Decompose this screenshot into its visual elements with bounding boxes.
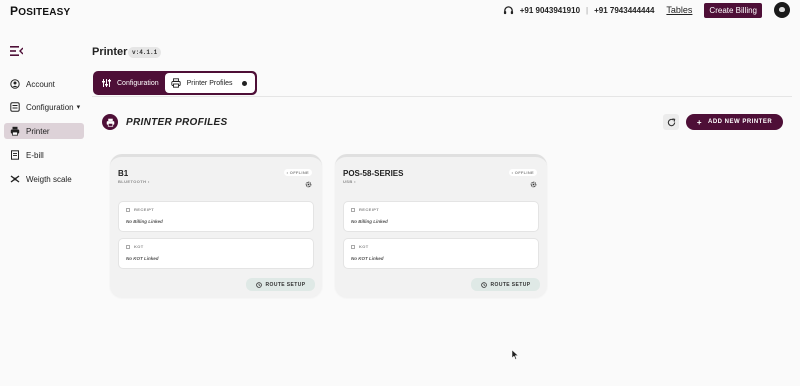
divider: [92, 96, 792, 97]
menu-collapse-icon[interactable]: [10, 46, 23, 56]
printer-card: POS-58-SERIES USB • • OFFLINE RECEIPT No…: [335, 154, 547, 297]
route-icon: [480, 281, 487, 288]
refresh-button[interactable]: [663, 114, 679, 130]
kot-value: No KOT Linked: [126, 256, 159, 261]
refresh-icon: [667, 117, 675, 126]
top-bar: POSITEASY +91 9043941910 | +91 794344444…: [0, 0, 800, 20]
scale-icon: [10, 175, 20, 183]
tab-bar: Configuration Printer Profiles: [93, 71, 257, 95]
active-dot-icon: [242, 80, 247, 86]
printer-icon: [106, 118, 114, 127]
route-setup-label: ROUTE SETUP: [490, 281, 531, 288]
sidebar-item-configuration[interactable]: Configuration ▾: [4, 99, 84, 115]
receipt-label: RECEIPT: [126, 207, 154, 212]
kot-label: KOT: [126, 244, 144, 249]
logo[interactable]: POSITEASY: [10, 4, 70, 18]
mouse-cursor-icon: [512, 350, 519, 360]
plus-icon: +: [696, 117, 702, 127]
route-setup-button[interactable]: ROUTE SETUP: [246, 278, 315, 291]
kot-box[interactable]: KOT No KOT Linked: [343, 238, 539, 269]
kot-icon: [126, 244, 130, 249]
page-title: Printer: [92, 46, 128, 58]
tab-label: Configuration: [117, 79, 159, 87]
route-icon: [255, 281, 262, 288]
sidebar-item-ebill[interactable]: E-bill: [4, 147, 84, 163]
separator: |: [586, 5, 589, 15]
printer-connection: BLUETOOTH •: [118, 179, 150, 184]
sidebar-item-label: Printer: [26, 126, 50, 136]
kot-icon: [351, 244, 355, 249]
receipt-box[interactable]: RECEIPT No Billing Linked: [343, 201, 539, 232]
support-phone-2[interactable]: +91 7943444444: [594, 6, 654, 15]
kot-box[interactable]: KOT No KOT Linked: [118, 238, 314, 269]
version-badge: v:4.1.1: [128, 47, 162, 58]
status-badge: • OFFLINE: [283, 169, 312, 176]
add-button-label: ADD NEW PRINTER: [708, 119, 773, 125]
create-billing-button[interactable]: Create Billing: [704, 2, 762, 18]
sidebar-item-label: Configuration: [26, 102, 74, 112]
kot-value: No KOT Linked: [351, 256, 384, 261]
printer-icon: [170, 78, 181, 88]
printer-connection: USB •: [343, 179, 356, 184]
tab-printer-profiles[interactable]: Printer Profiles: [164, 73, 255, 93]
avatar[interactable]: [774, 2, 790, 18]
chevron-down-icon: ▾: [76, 104, 81, 111]
sidebar-item-account[interactable]: Account: [4, 76, 84, 92]
sidebar-item-printer[interactable]: Printer: [4, 123, 84, 139]
support-phone-1[interactable]: +91 9043941910: [520, 6, 580, 15]
top-right-actions: +91 9043941910 | +91 7943444444 Tables C…: [503, 2, 790, 18]
receipt-value: No Billing Linked: [126, 219, 163, 224]
route-setup-label: ROUTE SETUP: [265, 281, 306, 288]
add-new-printer-button[interactable]: + ADD NEW PRINTER: [686, 114, 783, 130]
receipt-label: RECEIPT: [351, 207, 379, 212]
headset-icon: [503, 5, 513, 14]
tables-link[interactable]: Tables: [666, 5, 692, 15]
sidebar-item-label: Weigth scale: [26, 174, 72, 184]
route-setup-button[interactable]: ROUTE SETUP: [471, 278, 540, 291]
receipt-icon: [351, 207, 355, 212]
gear-icon[interactable]: [530, 181, 537, 188]
status-badge: • OFFLINE: [508, 169, 537, 176]
account-icon: [10, 79, 20, 89]
printer-name: POS-58-SERIES: [343, 169, 404, 178]
configuration-icon: [10, 102, 20, 112]
ebill-icon: [11, 150, 19, 160]
section-title: PRINTER PROFILES: [126, 117, 228, 128]
sidebar-item-label: E-bill: [26, 150, 44, 160]
printer-card: B1 BLUETOOTH • • OFFLINE RECEIPT No Bill…: [110, 154, 322, 297]
tab-label: Printer Profiles: [186, 79, 233, 87]
sidebar-item-weight-scale[interactable]: Weigth scale: [4, 171, 84, 187]
printer-profiles-icon: [102, 114, 118, 130]
gear-icon[interactable]: [305, 181, 312, 188]
sidebar-item-label: Account: [26, 79, 55, 89]
printer-icon: [10, 126, 20, 136]
receipt-box[interactable]: RECEIPT No Billing Linked: [118, 201, 314, 232]
printer-name: B1: [118, 169, 129, 178]
kot-label: KOT: [351, 244, 369, 249]
receipt-value: No Billing Linked: [351, 219, 388, 224]
sliders-icon: [102, 79, 111, 87]
tab-configuration[interactable]: Configuration: [95, 73, 165, 93]
receipt-icon: [126, 207, 130, 212]
